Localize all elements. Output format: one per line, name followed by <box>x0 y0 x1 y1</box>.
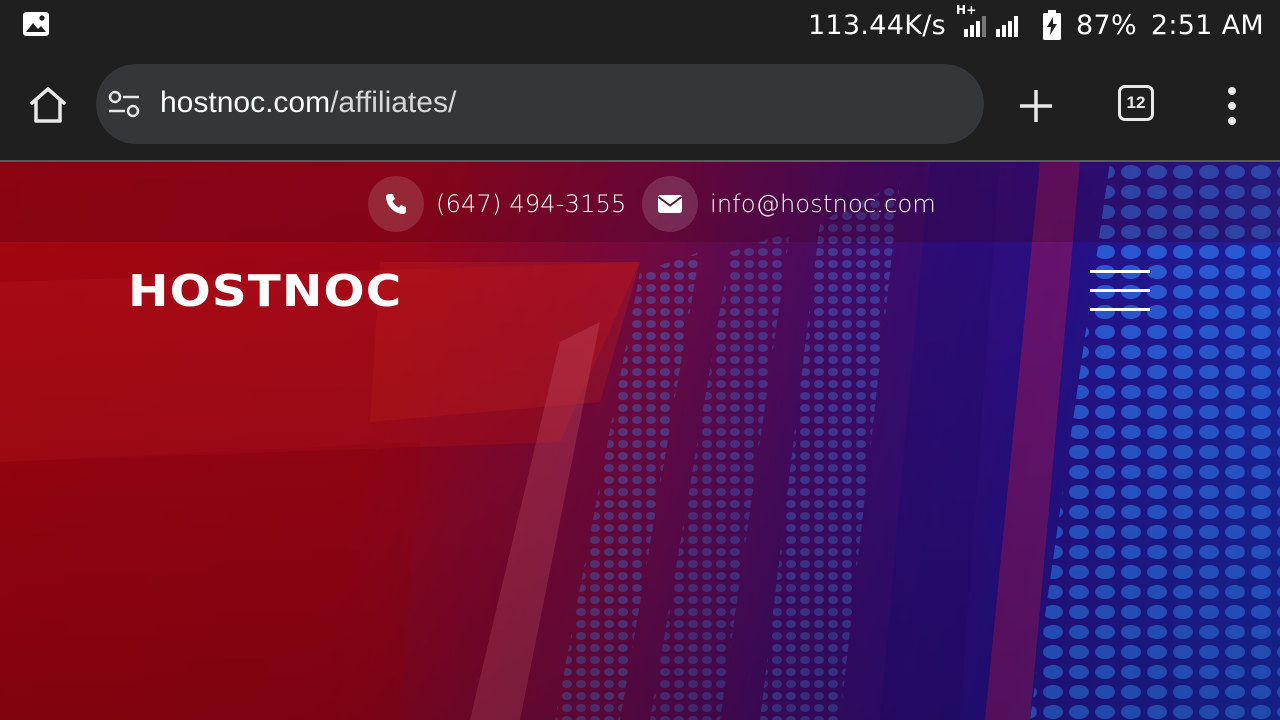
url-path: /affiliates/ <box>330 86 457 119</box>
phone-icon <box>368 176 424 232</box>
battery-charging-icon <box>1042 10 1061 40</box>
battery-percent: 87% <box>1075 9 1137 41</box>
signal-icon: H+ <box>956 3 1028 37</box>
url-text[interactable]: hostnoc.com/affiliates/ <box>160 86 456 120</box>
site-settings-icon[interactable] <box>108 90 140 118</box>
hamburger-menu-icon[interactable] <box>1090 270 1150 314</box>
envelope-icon <box>642 176 698 232</box>
home-icon[interactable] <box>26 83 70 127</box>
network-speed: 113.44K/s <box>807 9 946 41</box>
status-bar: 113.44K/s H+ 87% 2:51 AM <box>0 0 1280 50</box>
contact-bar: (647) 494-3155 info@hostnoc.com <box>0 162 1280 242</box>
browser-toolbar: hostnoc.com/affiliates/ 12 <box>0 50 1280 160</box>
tab-count: 12 <box>1126 93 1146 112</box>
server-room-background <box>0 162 1280 720</box>
address-bar[interactable]: hostnoc.com/affiliates/ <box>96 64 984 144</box>
more-vert-icon[interactable] <box>1220 86 1244 126</box>
tab-switcher-icon[interactable]: 12 <box>1118 85 1154 121</box>
image-notification-icon <box>23 12 49 36</box>
plus-icon[interactable] <box>1018 88 1054 124</box>
webpage-hero: (647) 494-3155 info@hostnoc.com HOSTNOC <box>0 162 1280 720</box>
phone-contact[interactable]: (647) 494-3155 <box>368 176 627 232</box>
email-address: info@hostnoc.com <box>710 190 936 218</box>
clock: 2:51 AM <box>1150 9 1264 41</box>
phone-number: (647) 494-3155 <box>436 190 627 218</box>
url-domain: hostnoc.com <box>160 86 331 119</box>
network-type: H+ <box>955 3 977 17</box>
hostnoc-logo[interactable]: HOSTNOC <box>128 270 402 314</box>
email-contact[interactable]: info@hostnoc.com <box>642 176 936 232</box>
status-indicators: 113.44K/s H+ 87% 2:51 AM <box>808 0 1264 50</box>
